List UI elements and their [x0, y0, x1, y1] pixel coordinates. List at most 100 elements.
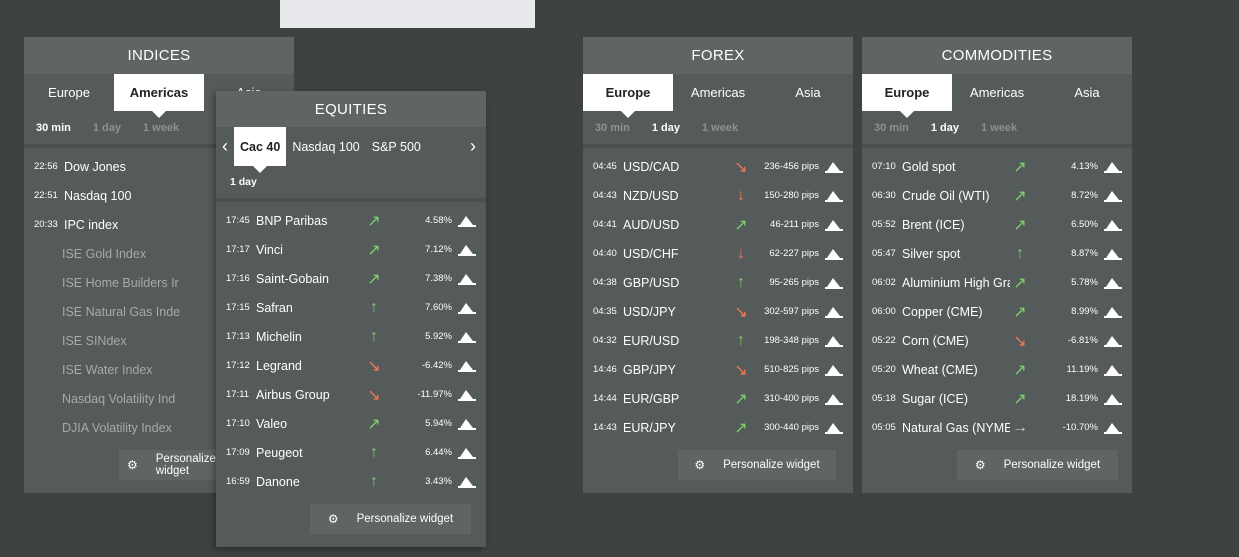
table-row[interactable]: 06:30 Crude Oil (WTI) ↗ 8.72%: [862, 181, 1132, 210]
table-row[interactable]: 04:41 AUD/USD ↗ 46-211 pips: [583, 210, 853, 239]
tab-asia[interactable]: Asia: [1042, 74, 1132, 111]
area-chart-icon[interactable]: [458, 418, 476, 430]
personalize-label: Personalize widget: [356, 513, 454, 525]
period-1-week[interactable]: 1 week: [702, 122, 738, 134]
area-chart-icon[interactable]: [1104, 248, 1122, 260]
table-row[interactable]: 17:11 Airbus Group ↘ -11.97%: [216, 380, 486, 409]
period-1-day[interactable]: 1 day: [652, 122, 680, 134]
table-row[interactable]: 17:10 Valeo ↗ 5.94%: [216, 409, 486, 438]
table-row[interactable]: 17:17 Vinci ↗ 7.12%: [216, 235, 486, 264]
tab-europe[interactable]: Europe: [583, 74, 673, 118]
area-chart-icon[interactable]: [1104, 190, 1122, 202]
tab-americas[interactable]: Americas: [673, 74, 763, 111]
area-chart-icon[interactable]: [825, 277, 843, 289]
area-chart-icon[interactable]: [458, 447, 476, 459]
tab-europe[interactable]: Europe: [862, 74, 952, 118]
row-value: 18.19%: [1065, 393, 1098, 404]
table-row[interactable]: 05:47 Silver spot ↑ 8.87%: [862, 239, 1132, 268]
forex-personalize-button[interactable]: ⚙ Personalize widget: [678, 450, 836, 480]
table-row[interactable]: 14:43 EUR/JPY ↗ 300-440 pips: [583, 413, 853, 442]
area-chart-icon[interactable]: [825, 219, 843, 231]
row-time: 04:40: [593, 248, 617, 259]
table-row[interactable]: 17:09 Peugeot ↑ 6.44%: [216, 438, 486, 467]
area-chart-icon[interactable]: [1104, 335, 1122, 347]
chevron-right-icon[interactable]: ›: [464, 136, 482, 157]
row-name: GBP/USD: [623, 275, 680, 290]
area-chart-icon[interactable]: [1104, 219, 1122, 231]
row-value: 46-211 pips: [770, 219, 819, 230]
area-chart-icon[interactable]: [825, 161, 843, 173]
area-chart-icon[interactable]: [1104, 161, 1122, 173]
area-chart-icon[interactable]: [825, 306, 843, 318]
area-chart-icon[interactable]: [825, 190, 843, 202]
area-chart-icon[interactable]: [1104, 306, 1122, 318]
period-30-min[interactable]: 30 min: [595, 122, 630, 134]
tab-americas[interactable]: Americas: [952, 74, 1042, 111]
area-chart-icon[interactable]: [825, 422, 843, 434]
row-name: USD/JPY: [623, 304, 676, 319]
gear-icon: ⚙: [327, 512, 339, 526]
chevron-left-icon[interactable]: ‹: [216, 136, 234, 157]
gear-icon: ⚙: [127, 458, 138, 472]
period-1-day[interactable]: 1 day: [931, 122, 959, 134]
area-chart-icon[interactable]: [458, 389, 476, 401]
area-chart-icon[interactable]: [1104, 422, 1122, 434]
area-chart-icon[interactable]: [458, 215, 476, 227]
period-30-min[interactable]: 30 min: [874, 122, 909, 134]
row-name: Sugar (ICE): [902, 391, 968, 406]
area-chart-icon[interactable]: [825, 364, 843, 376]
table-row[interactable]: 17:12 Legrand ↘ -6.42%: [216, 351, 486, 380]
row-value: 6.44%: [425, 447, 452, 458]
commodities-personalize-button[interactable]: ⚙ Personalize widget: [957, 450, 1118, 480]
table-row[interactable]: 05:20 Wheat (CME) ↗ 11.19%: [862, 355, 1132, 384]
area-chart-icon[interactable]: [458, 244, 476, 256]
table-row[interactable]: 04:32 EUR/USD ↑ 198-348 pips: [583, 326, 853, 355]
table-row[interactable]: 04:38 GBP/USD ↑ 95-265 pips: [583, 268, 853, 297]
table-row[interactable]: 05:52 Brent (ICE) ↗ 6.50%: [862, 210, 1132, 239]
equities-personalize-button[interactable]: ⚙ Personalize widget: [310, 504, 471, 534]
area-chart-icon[interactable]: [458, 302, 476, 314]
row-name: Saint-Gobain: [256, 271, 329, 286]
table-row[interactable]: 17:16 Saint-Gobain ↗ 7.38%: [216, 264, 486, 293]
tab-europe[interactable]: Europe: [24, 74, 114, 111]
table-row[interactable]: 04:35 USD/JPY ↘ 302-597 pips: [583, 297, 853, 326]
area-chart-icon[interactable]: [458, 273, 476, 285]
commodities-rows: 07:10 Gold spot ↗ 4.13% 06:30 Crude Oil (WTI)…: [862, 148, 1132, 442]
table-row[interactable]: 17:13 Michelin ↑ 5.92%: [216, 322, 486, 351]
table-row[interactable]: 05:22 Corn (CME) ↘ -6.81%: [862, 326, 1132, 355]
table-row[interactable]: 04:45 USD/CAD ↘ 236-456 pips: [583, 152, 853, 181]
table-row[interactable]: 17:45 BNP Paribas ↗ 4.58%: [216, 206, 486, 235]
trend-arrow-icon: ↗: [1013, 274, 1027, 292]
area-chart-icon[interactable]: [825, 335, 843, 347]
table-row[interactable]: 16:59 Danone ↑ 3.43%: [216, 467, 486, 496]
area-chart-icon[interactable]: [458, 331, 476, 343]
area-chart-icon[interactable]: [1104, 277, 1122, 289]
period-1-week[interactable]: 1 week: [981, 122, 1017, 134]
area-chart-icon[interactable]: [825, 393, 843, 405]
area-chart-icon[interactable]: [458, 476, 476, 488]
period-1-day[interactable]: 1 day: [93, 122, 121, 134]
area-chart-icon[interactable]: [1104, 364, 1122, 376]
area-chart-icon[interactable]: [458, 360, 476, 372]
subtab-s-p-500[interactable]: S&P 500: [366, 127, 427, 166]
table-row[interactable]: 14:46 GBP/JPY ↘ 510-825 pips: [583, 355, 853, 384]
period-1-week[interactable]: 1 week: [143, 122, 179, 134]
indices-personalize-button[interactable]: ⚙ Personalize widget: [119, 450, 229, 480]
table-row[interactable]: 05:05 Natural Gas (NYMEX → -10.70%: [862, 413, 1132, 442]
area-chart-icon[interactable]: [825, 248, 843, 260]
table-row[interactable]: 04:43 NZD/USD ↓ 150-280 pips: [583, 181, 853, 210]
area-chart-icon[interactable]: [1104, 393, 1122, 405]
table-row[interactable]: 06:00 Copper (CME) ↗ 8.99%: [862, 297, 1132, 326]
table-row[interactable]: 05:18 Sugar (ICE) ↗ 18.19%: [862, 384, 1132, 413]
table-row[interactable]: 07:10 Gold spot ↗ 4.13%: [862, 152, 1132, 181]
forex-widget: FOREX Europe Americas Asia 30 min 1 day 1 we…: [583, 37, 853, 493]
table-row[interactable]: 17:15 Safran ↑ 7.60%: [216, 293, 486, 322]
subtab-nasdaq-100[interactable]: Nasdaq 100: [286, 127, 365, 166]
tab-americas[interactable]: Americas: [114, 74, 204, 118]
table-row[interactable]: 06:02 Aluminium High Gra ↗ 5.78%: [862, 268, 1132, 297]
tab-asia[interactable]: Asia: [763, 74, 853, 111]
subtab-cac-40[interactable]: Cac 40: [234, 127, 287, 173]
period-30-min[interactable]: 30 min: [36, 122, 71, 134]
table-row[interactable]: 14:44 EUR/GBP ↗ 310-400 pips: [583, 384, 853, 413]
table-row[interactable]: 04:40 USD/CHF ↓ 62-227 pips: [583, 239, 853, 268]
